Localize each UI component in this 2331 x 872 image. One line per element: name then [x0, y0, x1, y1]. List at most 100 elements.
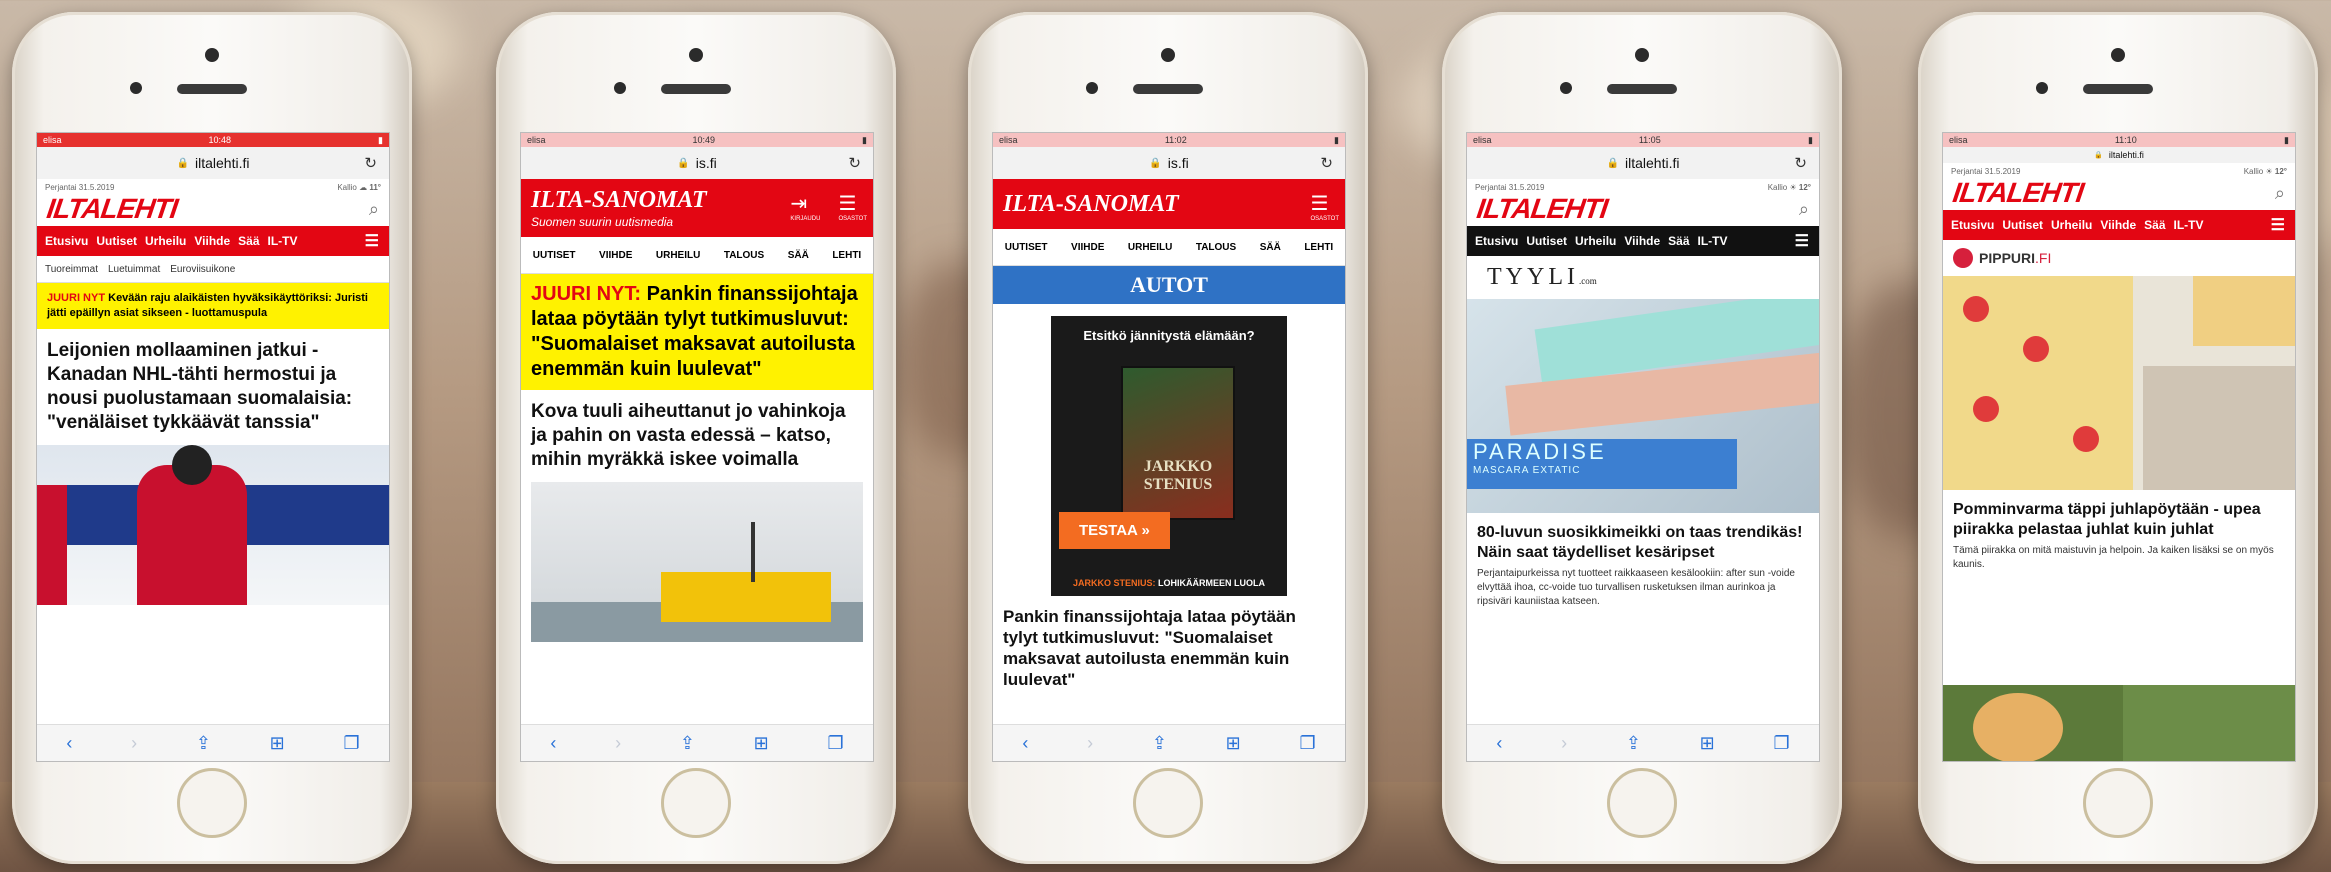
article-headline[interactable]: Pomminvarma täppi juhlapöytään - upea pi…: [1943, 490, 2295, 544]
nav-item[interactable]: Urheilu: [1575, 234, 1616, 248]
menu-button[interactable]: ☰ OSASTOT: [838, 191, 867, 222]
reload-icon[interactable]: ↻: [364, 154, 377, 172]
logo[interactable]: ILTA-SANOMAT: [1003, 191, 1179, 218]
brand-logo[interactable]: PIPPURI.FI: [1943, 240, 2295, 276]
nav-item[interactable]: IL-TV: [1698, 234, 1728, 248]
nav-item[interactable]: SÄÄ: [788, 250, 809, 261]
earpiece-speaker: [2083, 84, 2153, 94]
home-button[interactable]: [2083, 768, 2153, 838]
nav-item[interactable]: VIIHDE: [599, 250, 632, 261]
tabs-icon[interactable]: ❐: [1299, 733, 1315, 754]
menu-icon[interactable]: ☰: [1795, 231, 1809, 251]
reload-icon[interactable]: ↻: [1794, 154, 1807, 172]
brand-logo[interactable]: TYYLI.com: [1467, 256, 1819, 299]
nav-item[interactable]: Sää: [2144, 218, 2165, 232]
bookmarks-icon[interactable]: ⊞: [754, 733, 769, 754]
share-icon[interactable]: ⇪: [1626, 733, 1641, 754]
forward-icon[interactable]: ›: [1087, 733, 1093, 754]
forward-icon[interactable]: ›: [1561, 733, 1567, 754]
bookmarks-icon[interactable]: ⊞: [270, 733, 285, 754]
nav-item[interactable]: UUTISET: [533, 250, 576, 261]
login-button[interactable]: ⇥ KIRJAUDU: [790, 191, 820, 222]
menu-icon[interactable]: ☰: [2271, 215, 2285, 235]
nav-item[interactable]: Uutiset: [1526, 234, 1567, 248]
back-icon[interactable]: ‹: [1022, 733, 1028, 754]
search-icon[interactable]: ⌕: [369, 199, 379, 220]
share-icon[interactable]: ⇪: [680, 733, 695, 754]
article-headline[interactable]: 80-luvun suosikkimeikki on taas trendikä…: [1467, 513, 1819, 567]
home-button[interactable]: [177, 768, 247, 838]
sub-nav-item[interactable]: Euroviisuikone: [170, 264, 235, 275]
article-headline[interactable]: Leijonien mollaaminen jatkui - Kanadan N…: [37, 329, 389, 445]
nav-item[interactable]: Viihde: [2100, 218, 2136, 232]
home-button[interactable]: [1607, 768, 1677, 838]
back-icon[interactable]: ‹: [1496, 733, 1502, 754]
nav-item[interactable]: Urheilu: [145, 234, 186, 248]
section-banner[interactable]: AUTOT: [993, 266, 1345, 304]
nav-item[interactable]: IL-TV: [268, 234, 298, 248]
sensor: [2036, 82, 2048, 94]
nav-item[interactable]: Uutiset: [96, 234, 137, 248]
logo[interactable]: ILTALEHTI: [1943, 176, 2095, 210]
nav-item[interactable]: TALOUS: [724, 250, 764, 261]
address-bar[interactable]: 🔒 iltalehti.fi ↻: [37, 147, 389, 179]
nav-item[interactable]: Viihde: [1624, 234, 1660, 248]
nav-item[interactable]: LEHTI: [1304, 242, 1333, 253]
nav-item[interactable]: LEHTI: [832, 250, 861, 261]
pie-photo[interactable]: [1943, 276, 2295, 490]
bookmarks-icon[interactable]: ⊞: [1226, 733, 1241, 754]
logo[interactable]: ILTALEHTI: [1467, 192, 1619, 226]
nav-item[interactable]: TALOUS: [1196, 242, 1236, 253]
nav-item[interactable]: URHEILU: [656, 250, 700, 261]
breaking-news[interactable]: JUURI NYT Kevään raju alaikäisten hyväks…: [37, 283, 389, 329]
address-bar[interactable]: 🔒 iltalehti.fi ↻: [1467, 147, 1819, 179]
menu-icon[interactable]: ☰: [365, 231, 379, 251]
hockey-photo[interactable]: [37, 445, 389, 605]
share-icon[interactable]: ⇪: [196, 733, 211, 754]
nav-item[interactable]: Uutiset: [2002, 218, 2043, 232]
ship-photo[interactable]: [531, 482, 863, 642]
nav-item[interactable]: VIIHDE: [1071, 242, 1104, 253]
address-bar[interactable]: 🔒 iltalehti.fi: [1943, 147, 2295, 163]
cosmetics-photo[interactable]: PARADISE MASCARA EXTATIC: [1467, 299, 1819, 513]
nav-item[interactable]: Etusivu: [45, 234, 88, 248]
article-headline[interactable]: Pankin finanssijohtaja lataa pöytään tyl…: [993, 596, 1345, 700]
sub-nav-item[interactable]: Luetuimmat: [108, 264, 160, 275]
menu-button[interactable]: ☰ OSASTOT: [1310, 191, 1339, 222]
nav-item[interactable]: IL-TV: [2174, 218, 2204, 232]
article-headline[interactable]: Kova tuuli aiheuttanut jo vahinkoja ja p…: [521, 390, 873, 482]
forward-icon[interactable]: ›: [131, 733, 137, 754]
search-icon[interactable]: ⌕: [1799, 199, 1809, 220]
nav-item[interactable]: Etusivu: [1951, 218, 1994, 232]
back-icon[interactable]: ‹: [550, 733, 556, 754]
nav-item[interactable]: Sää: [238, 234, 259, 248]
address-bar[interactable]: 🔒 is.fi ↻: [993, 147, 1345, 179]
tabs-icon[interactable]: ❐: [343, 733, 359, 754]
back-icon[interactable]: ‹: [66, 733, 72, 754]
reload-icon[interactable]: ↻: [848, 154, 861, 172]
nav-item[interactable]: UUTISET: [1005, 242, 1048, 253]
home-button[interactable]: [661, 768, 731, 838]
try-button[interactable]: TESTAA »: [1059, 512, 1170, 549]
address-bar[interactable]: 🔒 is.fi ↻: [521, 147, 873, 179]
nav-item[interactable]: Viihde: [194, 234, 230, 248]
reload-icon[interactable]: ↻: [1320, 154, 1333, 172]
search-icon[interactable]: ⌕: [2275, 183, 2285, 204]
home-button[interactable]: [1133, 768, 1203, 838]
logo[interactable]: ILTA-SANOMAT: [531, 187, 707, 214]
forward-icon[interactable]: ›: [615, 733, 621, 754]
nav-item[interactable]: Etusivu: [1475, 234, 1518, 248]
nav-item[interactable]: Urheilu: [2051, 218, 2092, 232]
logo[interactable]: ILTALEHTI: [37, 192, 189, 226]
nav-item[interactable]: Sää: [1668, 234, 1689, 248]
tabs-icon[interactable]: ❐: [827, 733, 843, 754]
nav-item[interactable]: URHEILU: [1128, 242, 1172, 253]
food-thumbnails[interactable]: [1943, 685, 2295, 761]
advertisement[interactable]: Etsitkö jännitystä elämään? JARKKO STENI…: [1051, 316, 1287, 596]
tabs-icon[interactable]: ❐: [1773, 733, 1789, 754]
nav-item[interactable]: SÄÄ: [1260, 242, 1281, 253]
breaking-news[interactable]: JUURI NYT: Pankin finanssijohtaja lataa …: [521, 274, 873, 390]
sub-nav-item[interactable]: Tuoreimmat: [45, 264, 98, 275]
share-icon[interactable]: ⇪: [1152, 733, 1167, 754]
bookmarks-icon[interactable]: ⊞: [1700, 733, 1715, 754]
